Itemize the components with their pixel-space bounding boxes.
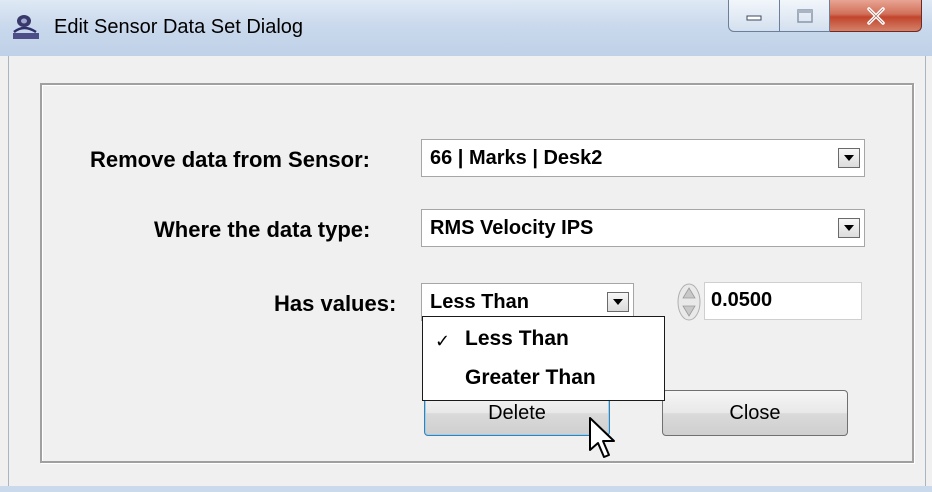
- maximize-button[interactable]: [780, 0, 830, 32]
- window-frame-bottom: [0, 486, 932, 492]
- threshold-input[interactable]: 0.0500: [704, 282, 862, 320]
- minimize-icon: [746, 15, 762, 20]
- close-window-button[interactable]: [830, 0, 922, 32]
- mouse-pointer-icon: [589, 417, 615, 458]
- comparison-select-value: Less Than: [430, 291, 529, 313]
- sensor-dropdown-button[interactable]: [838, 148, 860, 168]
- minimize-button[interactable]: [728, 0, 780, 32]
- maximize-icon: [796, 8, 813, 23]
- data-type-select[interactable]: RMS Velocity IPS: [421, 209, 865, 247]
- menu-item-label: Greater Than: [465, 366, 596, 389]
- app-logo-icon: [13, 15, 39, 39]
- data-type-label: Where the data type:: [154, 217, 371, 242]
- menu-item-label: Less Than: [465, 327, 569, 350]
- comparison-dropdown-menu: ✓ Less Than Greater Than: [422, 316, 665, 401]
- checkmark-icon: ✓: [435, 331, 451, 351]
- window-title: Edit Sensor Data Set Dialog: [54, 16, 304, 38]
- title-bar: Edit Sensor Data Set Dialog: [0, 0, 932, 56]
- menu-item-greater-than[interactable]: Greater Than: [423, 360, 664, 396]
- threshold-spinner[interactable]: 0.0500: [676, 282, 862, 322]
- close-button[interactable]: Close: [662, 390, 848, 436]
- data-type-dropdown-button[interactable]: [838, 218, 860, 238]
- chevron-down-icon: [613, 299, 623, 305]
- data-type-select-value: RMS Velocity IPS: [430, 217, 594, 239]
- spinner-arrows-icon[interactable]: [676, 282, 702, 322]
- caption-buttons: [728, 0, 922, 34]
- close-icon: [866, 6, 885, 25]
- sensor-select[interactable]: 66 | Marks | Desk2: [421, 139, 865, 177]
- comparison-dropdown-button[interactable]: [607, 292, 629, 312]
- sensor-label: Remove data from Sensor:: [90, 147, 370, 172]
- has-values-label: Has values:: [274, 291, 397, 316]
- threshold-value: 0.0500: [711, 289, 773, 311]
- menu-item-less-than[interactable]: ✓ Less Than: [423, 321, 664, 357]
- chevron-down-icon: [844, 155, 854, 161]
- sensor-select-value: 66 | Marks | Desk2: [430, 147, 603, 169]
- chevron-down-icon: [844, 225, 854, 231]
